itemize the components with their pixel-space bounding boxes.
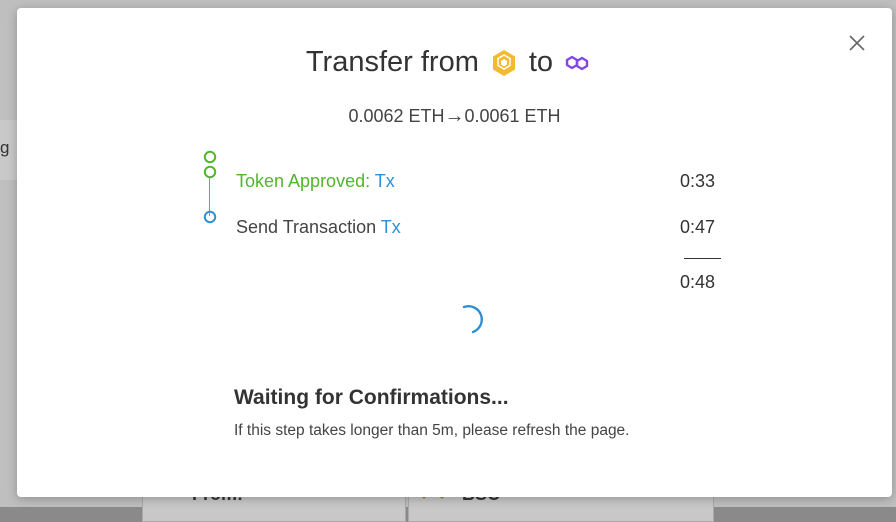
step-time: 0:33 bbox=[679, 171, 715, 191]
waiting-title: Waiting for Confirmations... bbox=[234, 386, 509, 409]
background-text-fragment: g bbox=[0, 138, 10, 157]
waiting-subtitle: If this step takes longer than 5m, pleas… bbox=[234, 422, 630, 439]
amount-from: 0.0062 ETH bbox=[348, 106, 445, 126]
bnb-chain-icon bbox=[492, 49, 515, 76]
step-complete-icon bbox=[203, 150, 217, 179]
title-mid: to bbox=[528, 46, 554, 78]
transfer-steps: Token Approved: Tx 0:33 Send Transaction… bbox=[197, 148, 721, 292]
tx-link[interactable]: Tx bbox=[381, 217, 401, 237]
step-token-approved: Token Approved: Tx bbox=[236, 171, 395, 192]
amount-summary: 0.0062 ETH→0.0061 ETH bbox=[17, 105, 892, 128]
step-label: Token Approved: bbox=[236, 171, 371, 191]
total-time: 0:48 bbox=[679, 272, 715, 292]
title-prefix: Transfer from bbox=[305, 46, 479, 78]
step-time: 0:47 bbox=[679, 217, 715, 237]
step-label: Send Transaction bbox=[236, 217, 377, 237]
loading-spinner-icon bbox=[462, 305, 483, 334]
polygon-icon bbox=[565, 55, 589, 70]
modal-title: Transfer from to bbox=[17, 46, 892, 79]
transfer-modal: Transfer from to 0.0062 ETH→0.0061 ETH T… bbox=[17, 8, 892, 497]
step-active-icon bbox=[203, 210, 217, 224]
arrow-right-icon: → bbox=[444, 105, 465, 127]
total-divider bbox=[684, 258, 721, 259]
amount-to: 0.0061 ETH bbox=[464, 106, 561, 126]
step-send-transaction: Send Transaction Tx bbox=[236, 217, 401, 238]
tx-link[interactable]: Tx bbox=[375, 171, 395, 191]
